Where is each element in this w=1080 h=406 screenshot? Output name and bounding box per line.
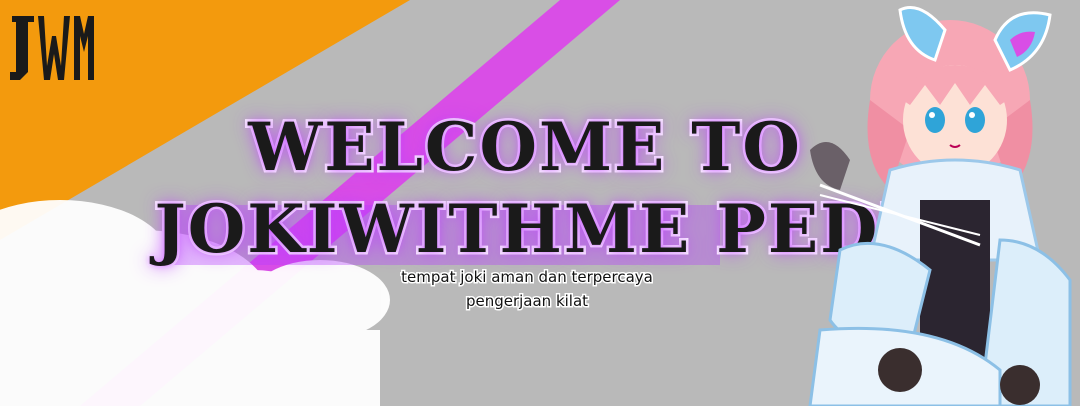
character-illustration xyxy=(808,6,1072,406)
jwm-logo xyxy=(10,16,94,80)
tagline-line-1: tempat joki aman dan terpercaya xyxy=(400,267,655,288)
tagline-line-2: pengerjaan kilat xyxy=(464,291,589,312)
banner: WELCOME TO JOKIWITHME PEDIA tempat joki … xyxy=(0,0,1080,406)
